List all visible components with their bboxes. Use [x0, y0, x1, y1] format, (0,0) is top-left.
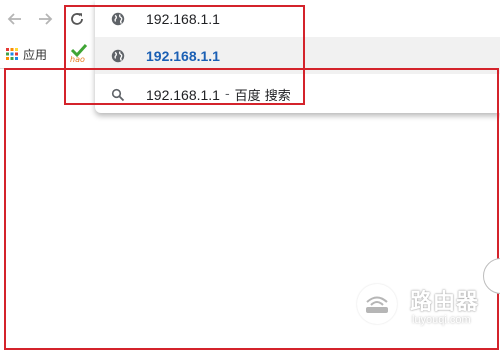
forward-button[interactable]: [34, 8, 56, 30]
svg-text:hao: hao: [70, 55, 85, 64]
omnibox-dropdown: 192.168.1.1 192.168.1.1 192.168.1.1 - 百度…: [95, 0, 500, 113]
bookmark-apps[interactable]: 应用: [6, 44, 47, 64]
bookmark-hao123[interactable]: hao: [69, 43, 89, 64]
reload-button[interactable]: [66, 8, 88, 30]
arrow-right-icon: [39, 13, 53, 25]
router-logo-icon: [357, 284, 397, 324]
hao123-icon: hao: [70, 43, 88, 64]
globe-icon: [107, 8, 129, 30]
search-icon: [107, 84, 129, 106]
suggestion-search[interactable]: 192.168.1.1 - 百度 搜索: [95, 76, 500, 113]
reload-icon: [71, 13, 83, 25]
omnibox-input-row[interactable]: 192.168.1.1: [95, 0, 500, 37]
watermark-url: luyouqi.com: [412, 314, 471, 326]
suggestion-url-selected[interactable]: 192.168.1.1: [95, 37, 500, 74]
globe-icon: [107, 45, 129, 67]
suggestion-url-text: 192.168.1.1: [146, 47, 220, 64]
arrow-left-icon: [7, 13, 21, 25]
omnibox-text: 192.168.1.1: [146, 10, 220, 27]
bookmark-apps-label: 应用: [23, 47, 48, 62]
suggestion-separator: -: [224, 87, 230, 102]
watermark: 路由器 luyouqi.com: [357, 282, 500, 332]
back-button[interactable]: [4, 8, 26, 30]
suggestion-search-query: 192.168.1.1: [146, 86, 220, 103]
watermark-title: 路由器: [410, 290, 480, 315]
apps-grid-icon: [6, 48, 18, 60]
suggestion-search-engine: 百度 搜索: [234, 89, 291, 104]
